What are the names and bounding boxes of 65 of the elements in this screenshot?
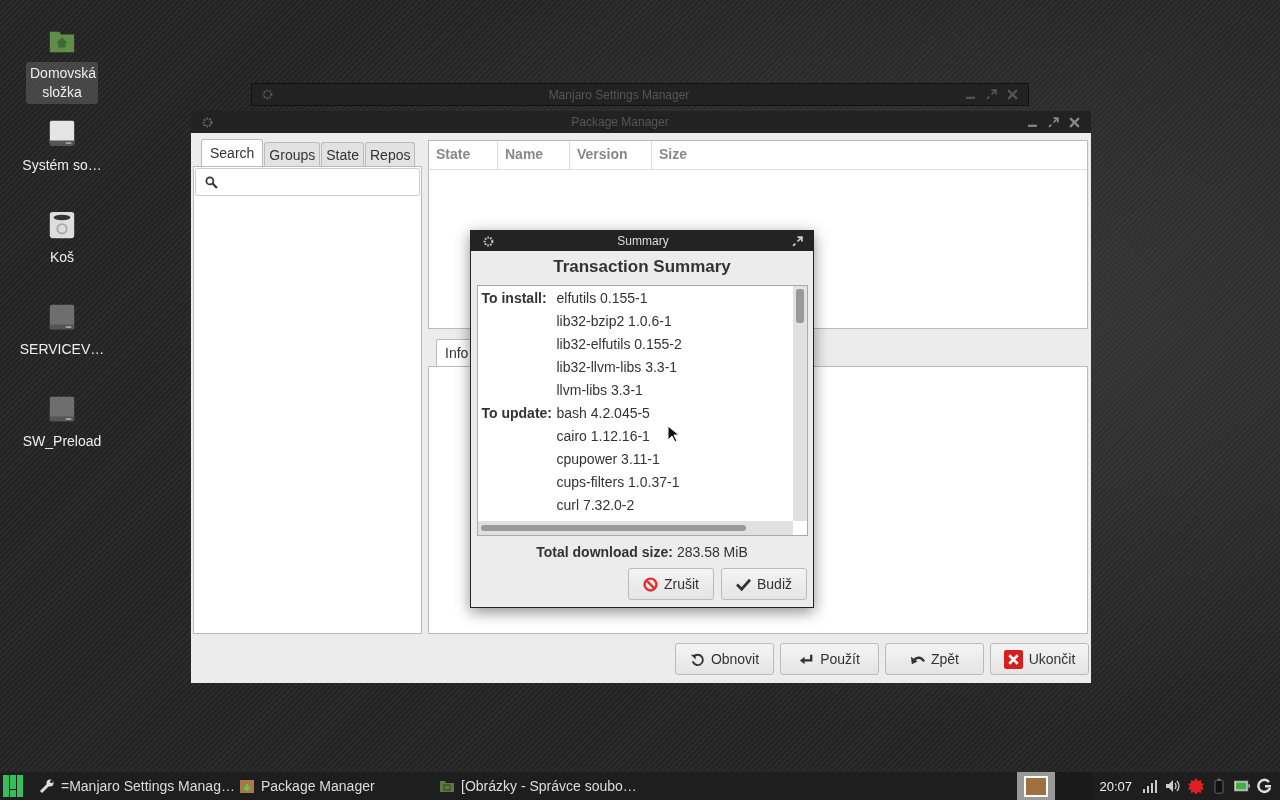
undo-button[interactable]: Zpět (885, 643, 984, 675)
refresh-icon (689, 651, 705, 667)
start-menu-icon[interactable] (3, 775, 23, 797)
volume-icon[interactable] (1165, 778, 1181, 794)
mouse-cursor (667, 425, 679, 443)
total-label: Total download size: (536, 544, 673, 560)
tab[interactable]: Repos (365, 142, 416, 166)
search-field[interactable] (195, 168, 420, 196)
maximize-icon[interactable] (1048, 116, 1059, 128)
package-entry: bash 4.2.045-5 (556, 404, 650, 421)
package-entry: elfutils 0.155-1 (556, 289, 648, 306)
group-label: To install: (481, 289, 547, 306)
cancel-button[interactable]: Zrušit (628, 568, 714, 600)
trash-icon[interactable] (47, 210, 77, 240)
taskbar-button[interactable]: =Manjaro Settings Manag… (37, 774, 237, 798)
column-header[interactable]: Name (498, 141, 570, 169)
apply-button[interactable]: Použít (780, 643, 879, 675)
package-entry: cairo 1.12.16-1 (556, 427, 650, 444)
no-entry-icon (643, 576, 658, 592)
desktop-icon-label[interactable]: SERVICEV… (15, 338, 109, 361)
package-entry: cpupower 3.11-1 (556, 450, 660, 467)
tab[interactable]: Groups (264, 142, 321, 166)
scrollbar[interactable] (792, 286, 807, 521)
ok-button[interactable]: Budiž (721, 568, 807, 600)
tab[interactable]: State (321, 142, 364, 166)
desktop-icon-label[interactable]: Koš (45, 246, 79, 269)
clock[interactable]: 20:07 (1099, 778, 1132, 794)
package-entry: lib32-llvm-libs 3.3-1 (556, 358, 678, 375)
desktop-icon-label[interactable]: SW_Preload (18, 430, 106, 453)
folder-icon (439, 778, 455, 794)
package-entry: lib32-bzip2 1.0.6-1 (556, 312, 672, 329)
signal-icon[interactable] (1142, 778, 1158, 794)
column-header[interactable]: Version (570, 141, 652, 169)
checkmark-icon (736, 576, 751, 592)
battery-icon[interactable] (1211, 778, 1227, 794)
gear-icon[interactable] (483, 235, 494, 247)
package-entry: curl 7.32.0-2 (556, 496, 635, 513)
drive-icon[interactable] (47, 118, 77, 148)
desktop-icon-label[interactable]: Systém so… (18, 154, 106, 177)
burst-icon[interactable] (1188, 778, 1204, 794)
power-icon[interactable] (1257, 778, 1273, 794)
column-header[interactable]: Size (652, 141, 694, 169)
column-header[interactable]: State (429, 141, 498, 169)
close-icon (1003, 649, 1023, 669)
workspace[interactable] (1017, 772, 1056, 800)
quit-button[interactable]: Ukončit (990, 643, 1089, 675)
taskbar-button[interactable]: Package Manager (237, 774, 437, 798)
package-icon (239, 778, 255, 794)
close-icon[interactable] (1069, 116, 1080, 128)
charging-battery-icon[interactable] (1234, 778, 1250, 794)
refresh-button[interactable]: Obnovit (675, 643, 774, 675)
package-entry: cups-filters 1.0.37-1 (556, 473, 680, 490)
search-icon (205, 175, 218, 189)
total-value: 283.58 MiB (676, 544, 748, 560)
desktop-icon-label[interactable]: Domovská složka (26, 62, 98, 104)
tab[interactable]: Search (201, 139, 264, 166)
package-entry: lib32-elfutils 0.155-2 (556, 335, 682, 352)
wrench-icon (39, 778, 55, 794)
taskbar-button[interactable]: [Obrázky - Správce soubo… (437, 774, 647, 798)
close-icon[interactable] (1007, 89, 1018, 100)
window-title: Summary (616, 234, 670, 248)
dialog-heading: Transaction Summary (553, 257, 731, 277)
scrollbar[interactable] (477, 521, 793, 535)
package-entry: llvm-libs 3.3-1 (556, 381, 643, 398)
group-label: To update: (481, 404, 552, 421)
